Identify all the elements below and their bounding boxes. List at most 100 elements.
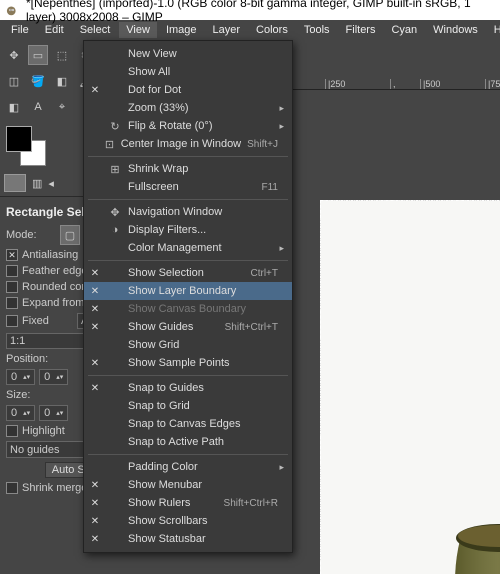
check-icon: ✕: [88, 268, 102, 279]
menu-colors[interactable]: Colors: [249, 22, 295, 38]
tab-tool-options-icon[interactable]: [4, 174, 26, 192]
menu-item-icon: ⊡: [104, 138, 114, 151]
eraser-tool-icon[interactable]: ◧: [4, 97, 24, 117]
pos-x-input[interactable]: 0▴▾: [6, 369, 35, 385]
menu-item-label: Show Selection: [128, 267, 245, 279]
menu-item-show-statusbar[interactable]: ✕Show Statusbar: [84, 530, 292, 548]
menu-item-label: Show Canvas Boundary: [128, 303, 272, 315]
menu-item-snap-to-canvas-edges[interactable]: Snap to Canvas Edges: [84, 415, 292, 433]
mode-replace-icon[interactable]: ▢: [60, 225, 80, 245]
menu-item-label: Snap to Active Path: [128, 436, 272, 448]
window-title: *[Nepenthes] (imported)-1.0 (RGB color 8…: [26, 0, 494, 24]
menu-separator: [88, 454, 288, 455]
menu-item-snap-to-active-path[interactable]: Snap to Active Path: [84, 433, 292, 451]
menu-item-snap-to-grid[interactable]: Snap to Grid: [84, 397, 292, 415]
menu-item-accel: Shift+Ctrl+R: [224, 498, 278, 509]
menu-item-show-sample-points[interactable]: ✕Show Sample Points: [84, 354, 292, 372]
menu-item-label: Snap to Guides: [128, 382, 272, 394]
menu-item-flip-rotate-0[interactable]: ↻Flip & Rotate (0°)▸: [84, 117, 292, 135]
menu-edit[interactable]: Edit: [38, 22, 71, 38]
menu-windows[interactable]: Windows: [426, 22, 485, 38]
menu-item-label: Snap to Grid: [128, 400, 272, 412]
menu-item-show-menubar[interactable]: ✕Show Menubar: [84, 476, 292, 494]
pos-y-input[interactable]: 0▴▾: [39, 369, 68, 385]
menu-item-shrink-wrap[interactable]: ⊞Shrink Wrap: [84, 160, 292, 178]
fg-color[interactable]: [6, 126, 32, 152]
fixed-checkbox[interactable]: [6, 315, 18, 327]
menu-view[interactable]: View: [119, 22, 157, 38]
menu-item-show-scrollbars[interactable]: ✕ Show Scrollbars: [84, 512, 292, 530]
free-select-tool-icon[interactable]: ⬚: [52, 45, 72, 65]
tab-device-icon[interactable]: ▥: [32, 177, 42, 190]
menu-item-label: Display Filters...: [128, 224, 272, 236]
check-icon: ✕: [88, 516, 102, 527]
menu-item-center-image-in-window[interactable]: ⊡Center Image in WindowShift+J: [84, 135, 292, 153]
menu-item-accel: Shift+J: [247, 139, 278, 150]
menu-item-icon: ◑: [108, 224, 122, 236]
gimp-logo-icon: [6, 3, 20, 17]
menu-item-accel: Shift+Ctrl+T: [225, 322, 278, 333]
menu-item-label: Flip & Rotate (0°): [128, 120, 267, 132]
check-icon: ✕: [88, 498, 102, 509]
menu-item-label: Snap to Canvas Edges: [128, 418, 272, 430]
color-swatch[interactable]: [6, 126, 46, 166]
menu-item-label: Show Menubar: [128, 479, 272, 491]
menu-item-fullscreen[interactable]: FullscreenF11: [84, 178, 292, 196]
menu-item-show-canvas-boundary: ✕Show Canvas Boundary: [84, 300, 292, 318]
menu-item-new-view[interactable]: New View: [84, 45, 292, 63]
shrink-merged-checkbox[interactable]: [6, 482, 18, 494]
antialias-checkbox[interactable]: ✕: [6, 249, 18, 261]
ruler-tick: |500: [420, 79, 440, 89]
menu-item-color-management[interactable]: Color Management ▸: [84, 239, 292, 257]
menu-item-show-selection[interactable]: ✕ Show Selection Ctrl+T: [84, 264, 292, 282]
image-content: [390, 320, 500, 574]
ruler-tick: ,: [390, 79, 396, 89]
title-bar: *[Nepenthes] (imported)-1.0 (RGB color 8…: [0, 0, 500, 20]
menu-item-show-all[interactable]: Show All: [84, 63, 292, 81]
submenu-arrow-icon: ▸: [279, 462, 284, 473]
menu-item-snap-to-guides[interactable]: ✕ Snap to Guides: [84, 379, 292, 397]
menu-item-label: Show Scrollbars: [128, 515, 272, 527]
menu-filters[interactable]: Filters: [339, 22, 383, 38]
menu-item-show-rulers[interactable]: ✕Show RulersShift+Ctrl+R: [84, 494, 292, 512]
menu-item-zoom-33[interactable]: Zoom (33%)▸: [84, 99, 292, 117]
check-icon: ✕: [88, 383, 102, 394]
text-tool-icon[interactable]: A: [28, 97, 48, 117]
menu-item-show-layer-boundary[interactable]: ✕Show Layer Boundary: [84, 282, 292, 300]
menu-separator: [88, 199, 288, 200]
menu-item-dot-for-dot[interactable]: ✕Dot for Dot: [84, 81, 292, 99]
move-tool-icon[interactable]: ✥: [4, 45, 24, 65]
clone-tool-icon[interactable]: ⌖: [52, 97, 72, 117]
submenu-arrow-icon: ▸: [279, 243, 284, 254]
feather-checkbox[interactable]: [6, 265, 18, 277]
menu-item-label: Color Management: [128, 242, 267, 254]
tab-chevron-icon[interactable]: ◂: [48, 177, 54, 190]
menu-cyan[interactable]: Cyan: [384, 22, 424, 38]
transform-tool-icon[interactable]: ◫: [4, 71, 24, 91]
menu-item-navigation-window[interactable]: ✥Navigation Window: [84, 203, 292, 221]
menu-item-label: Show Statusbar: [128, 533, 272, 545]
rect-select-tool-icon[interactable]: ▭: [28, 45, 48, 65]
menu-help[interactable]: Help: [487, 22, 500, 38]
bucket-tool-icon[interactable]: 🪣: [28, 71, 48, 91]
menu-item-label: Show Grid: [128, 339, 272, 351]
size-h-input[interactable]: 0▴▾: [39, 405, 68, 421]
menu-item-show-guides[interactable]: ✕Show GuidesShift+Ctrl+T: [84, 318, 292, 336]
menu-item-icon: ⊞: [108, 163, 122, 176]
menu-item-display-filters[interactable]: ◑ Display Filters...: [84, 221, 292, 239]
menu-select[interactable]: Select: [73, 22, 118, 38]
menu-layer[interactable]: Layer: [206, 22, 248, 38]
size-w-input[interactable]: 0▴▾: [6, 405, 35, 421]
menu-file[interactable]: File: [4, 22, 36, 38]
menu-item-accel: Ctrl+T: [251, 268, 279, 279]
gradient-tool-icon[interactable]: ◧: [52, 71, 72, 91]
rounded-checkbox[interactable]: [6, 281, 18, 293]
menu-item-show-grid[interactable]: Show Grid: [84, 336, 292, 354]
menu-separator: [88, 375, 288, 376]
menu-item-label: New View: [128, 48, 272, 60]
menu-item-padding-color[interactable]: Padding Color▸: [84, 458, 292, 476]
highlight-checkbox[interactable]: [6, 425, 18, 437]
menu-image[interactable]: Image: [159, 22, 204, 38]
expand-checkbox[interactable]: [6, 297, 18, 309]
menu-tools[interactable]: Tools: [297, 22, 337, 38]
